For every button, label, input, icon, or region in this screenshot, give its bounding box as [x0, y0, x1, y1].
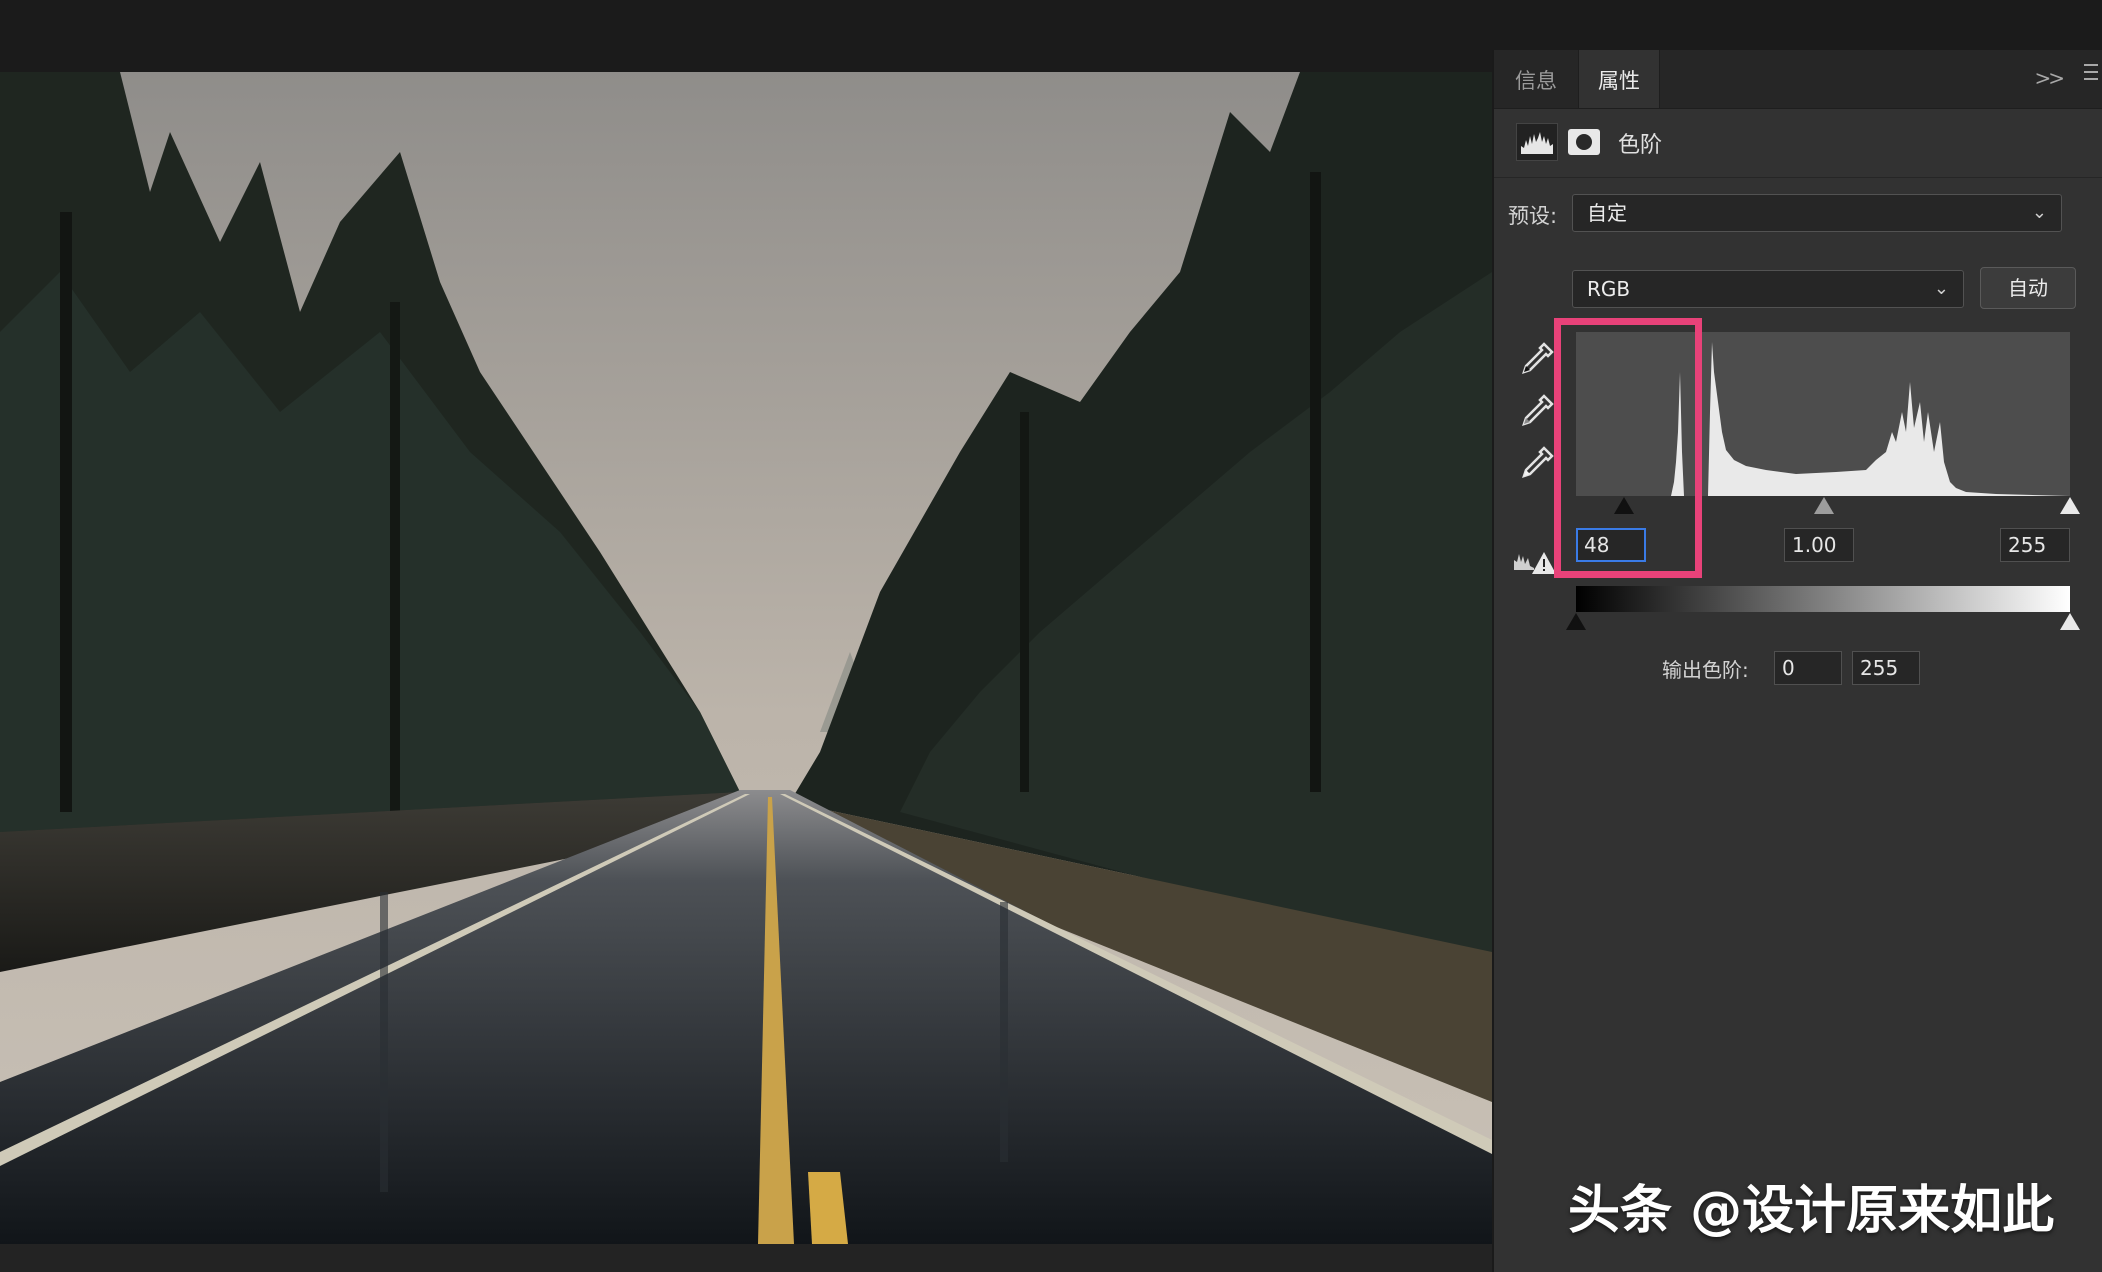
preset-label: 预设: [1508, 204, 1558, 228]
adjustment-title: 色阶 [1618, 133, 1663, 158]
levels-histogram-icon[interactable] [1516, 123, 1558, 161]
status-bar [0, 1244, 1492, 1272]
auto-button[interactable]: 自动 [1980, 267, 2076, 309]
output-black-field[interactable]: 0 [1774, 651, 1842, 685]
black-point-eyedropper-icon[interactable] [1520, 340, 1556, 376]
tab-properties[interactable]: 属性 [1578, 50, 1660, 108]
properties-panel: 信息 属性 >> 色阶 预设: 自定 ⌄ RGB ⌄ 自动 48 1.00 25… [1492, 50, 2102, 1272]
input-black-field[interactable]: 48 [1576, 528, 1646, 562]
tab-info[interactable]: 信息 [1500, 50, 1572, 108]
layer-mask-icon[interactable] [1568, 129, 1600, 155]
output-white-slider[interactable] [2060, 613, 2080, 630]
rainy-road-photo [0, 72, 1492, 1244]
input-gamma-field[interactable]: 1.00 [1784, 528, 1854, 562]
collapse-panel-icon[interactable]: >> [2034, 66, 2064, 90]
output-black-slider[interactable] [1566, 613, 1586, 630]
panel-menu-icon[interactable] [2084, 64, 2098, 85]
levels-histogram [1576, 332, 2070, 496]
watermark-text: 头条 @设计原来如此 [1568, 1181, 2055, 1241]
channel-value: RGB [1587, 277, 1631, 301]
white-point-eyedropper-icon[interactable] [1520, 444, 1556, 480]
preset-dropdown[interactable]: 自定 ⌄ [1572, 194, 2062, 232]
gray-point-eyedropper-icon[interactable] [1520, 392, 1556, 428]
adjustment-header: 色阶 [1494, 109, 2102, 178]
preset-value: 自定 [1587, 201, 1627, 225]
clipping-warning-icon[interactable] [1512, 546, 1558, 576]
chevron-down-icon: ⌄ [1933, 278, 1949, 299]
output-white-field[interactable]: 255 [1852, 651, 1920, 685]
input-black-slider[interactable] [1614, 497, 1634, 514]
input-white-field[interactable]: 255 [2000, 528, 2070, 562]
document-canvas[interactable] [0, 72, 1492, 1244]
output-gradient-bar [1576, 586, 2070, 612]
panel-tab-bar: 信息 属性 >> [1494, 50, 2102, 109]
chevron-down-icon: ⌄ [2031, 202, 2047, 223]
input-white-slider[interactable] [2060, 497, 2080, 514]
input-gamma-slider[interactable] [1814, 497, 1834, 514]
output-levels-label: 输出色阶: [1662, 658, 1749, 682]
channel-dropdown[interactable]: RGB ⌄ [1572, 270, 1964, 308]
